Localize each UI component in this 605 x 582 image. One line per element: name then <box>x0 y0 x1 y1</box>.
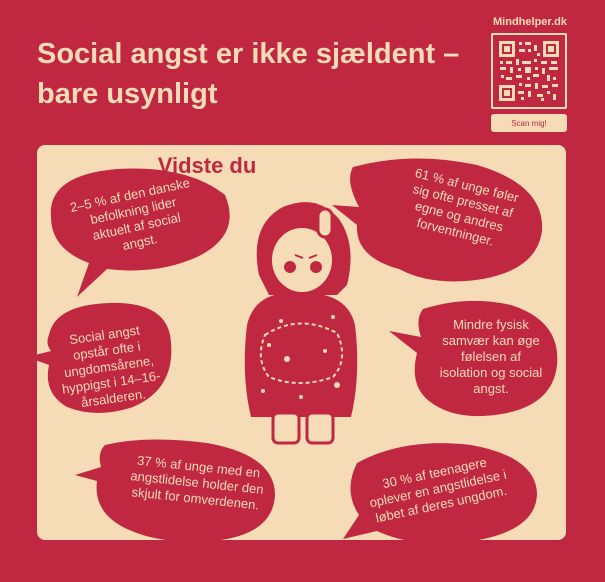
qr-code-icon <box>497 39 561 103</box>
fact-text-4: Mindre fysisk samvær kan øge følelsen af… <box>439 317 543 396</box>
fact-text-3: Social angst opstår ofte i ungdomsårene,… <box>61 322 162 411</box>
panel-title: Vidste du <box>157 153 257 178</box>
brand-name[interactable]: Mindhelper.dk <box>491 16 569 28</box>
scan-me-button[interactable]: Scan mig! <box>491 114 567 132</box>
qr-code[interactable] <box>491 33 567 109</box>
page-title: Social angst er ikke sjældent – bare usy… <box>37 38 460 110</box>
facts-panel: Vidste du 2–5 % af den danske befolkning… <box>37 145 566 540</box>
sad-girl-hugging-knees-illustration <box>244 202 358 445</box>
